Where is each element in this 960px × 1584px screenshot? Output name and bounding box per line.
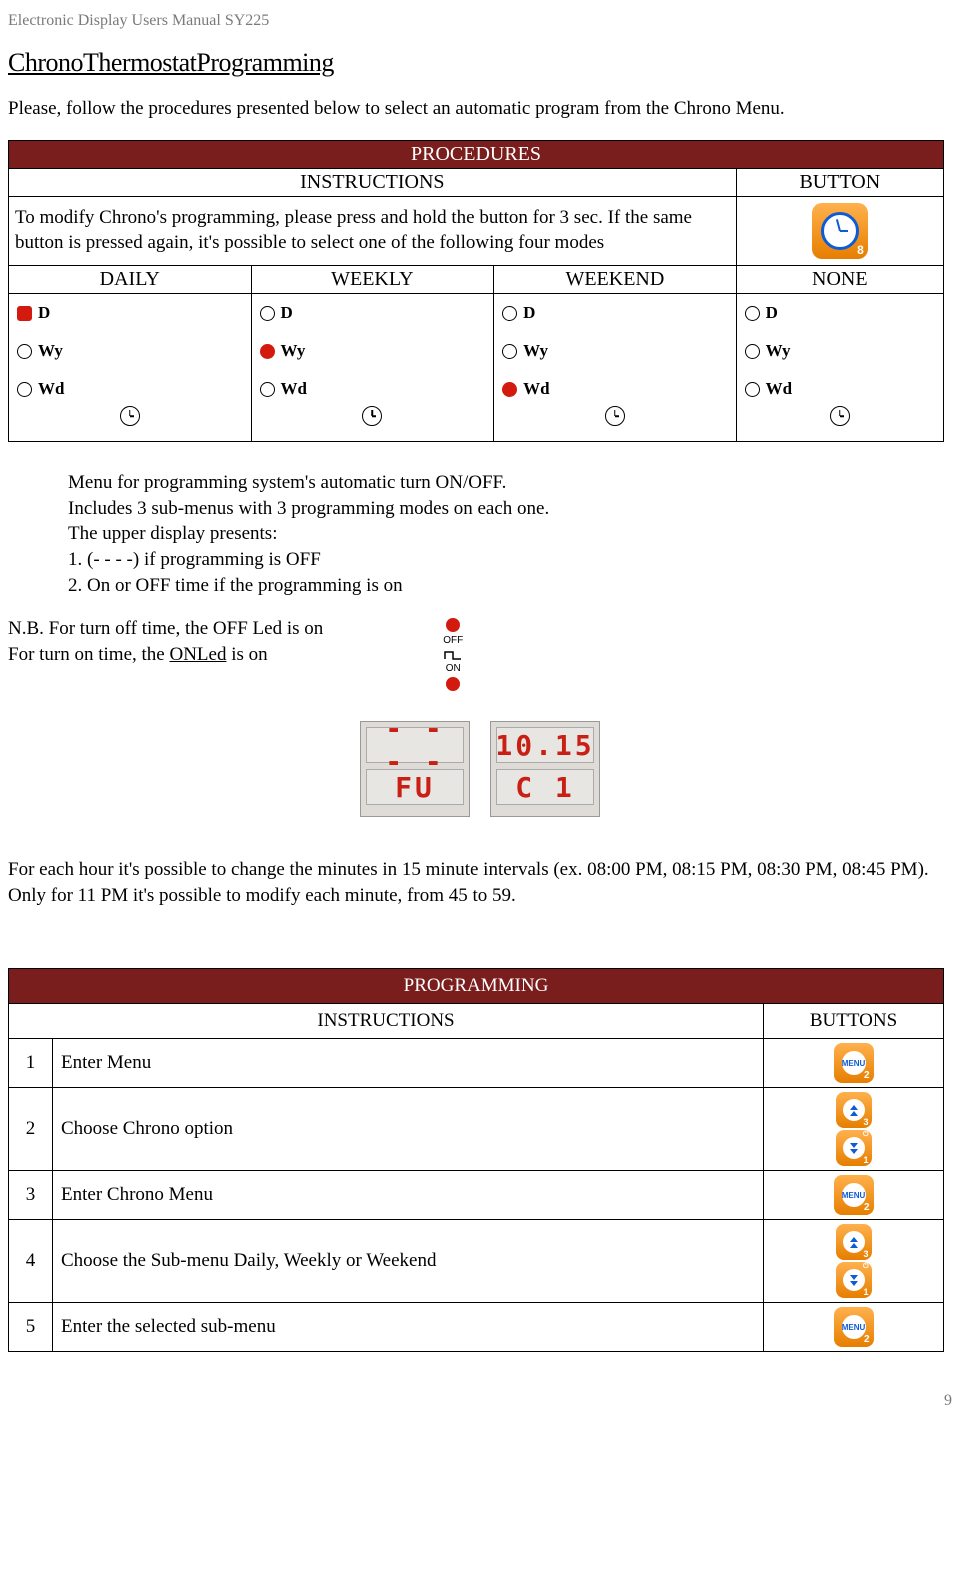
led-wy-off: [745, 344, 760, 359]
step-instruction: Enter the selected sub-menu: [53, 1303, 764, 1352]
led-d-off: [260, 306, 275, 321]
instruction-text: To modify Chrono's programming, please p…: [9, 197, 737, 266]
led-wd-off: [260, 382, 275, 397]
mode-weekly-header: WEEKLY: [251, 266, 494, 294]
page-number: 9: [8, 1392, 952, 1410]
clock-small-icon: [120, 406, 140, 426]
clock-button-8[interactable]: 8: [812, 203, 868, 259]
prog-buttons-header: BUTTONS: [764, 1004, 944, 1039]
prog-instructions-header: INSTRUCTIONS: [9, 1004, 764, 1039]
mode-daily-indicator: D Wy Wd: [9, 294, 252, 442]
menu-button[interactable]: MENU2: [834, 1307, 874, 1347]
mode-weekend-header: WEEKEND: [494, 266, 737, 294]
interval-text: For each hour it's possible to change th…: [8, 857, 952, 908]
down-button[interactable]: 1⏻: [836, 1130, 872, 1166]
off-on-indicator: OFF ON: [443, 616, 463, 693]
clock-small-icon: [830, 406, 850, 426]
up-button[interactable]: 3: [836, 1092, 872, 1128]
mode-none-header: NONE: [736, 266, 943, 294]
lcd-on-example: 10.15 C 1: [490, 721, 600, 817]
programming-header: PROGRAMMING: [9, 969, 944, 1004]
step-number: 4: [9, 1220, 53, 1303]
arrow-button-group: 31⏻: [836, 1092, 872, 1166]
step-button: MENU2: [764, 1171, 944, 1220]
menu-button[interactable]: MENU2: [834, 1175, 874, 1215]
arrow-button-group: 31⏻: [836, 1224, 872, 1298]
procedures-header: PROCEDURES: [9, 141, 944, 169]
mode-weekly-indicator: D Wy Wd: [251, 294, 494, 442]
programming-table: PROGRAMMING INSTRUCTIONS BUTTONS 1Enter …: [8, 968, 944, 1352]
mode-none-indicator: D Wy Wd: [736, 294, 943, 442]
step-number: 5: [9, 1303, 53, 1352]
clock-icon: [821, 212, 859, 250]
step-instruction: Enter Menu: [53, 1039, 764, 1088]
doc-header: Electronic Display Users Manual SY225: [8, 12, 952, 30]
step-instruction: Enter Chrono Menu: [53, 1171, 764, 1220]
step-button: MENU2: [764, 1039, 944, 1088]
instructions-col-header: INSTRUCTIONS: [9, 169, 737, 197]
mode-weekend-indicator: D Wy Wd: [494, 294, 737, 442]
step-button: 31⏻: [764, 1088, 944, 1171]
down-button[interactable]: 1⏻: [836, 1262, 872, 1298]
step-instruction: Choose Chrono option: [53, 1088, 764, 1171]
section-title: ChronoThermostatProgramming: [8, 48, 952, 78]
step-button: MENU2: [764, 1303, 944, 1352]
on-led-icon: [446, 677, 460, 691]
lcd-examples: - - - - FU 10.15 C 1: [8, 721, 952, 817]
lcd-off-example: - - - - FU: [360, 721, 470, 817]
clock-small-icon: [362, 406, 382, 426]
nb-block: N.B. For turn off time, the OFF Led is o…: [8, 616, 952, 693]
led-wd-off: [745, 382, 760, 397]
step-button: 31⏻: [764, 1220, 944, 1303]
clock-small-icon: [605, 406, 625, 426]
step-number: 3: [9, 1171, 53, 1220]
led-wd-on: [502, 382, 517, 397]
led-d-on: [17, 306, 32, 321]
button-number: 8: [857, 243, 864, 257]
led-wy-off: [17, 344, 32, 359]
led-wy-on: [260, 344, 275, 359]
mode-daily-header: DAILY: [9, 266, 252, 294]
step-number: 1: [9, 1039, 53, 1088]
led-d-off: [502, 306, 517, 321]
led-wy-off: [502, 344, 517, 359]
button-col-header: BUTTON: [736, 169, 943, 197]
off-led-icon: [446, 618, 460, 632]
step-number: 2: [9, 1088, 53, 1171]
description-block: Menu for programming system's automatic …: [68, 470, 952, 598]
menu-button[interactable]: MENU2: [834, 1043, 874, 1083]
up-button[interactable]: 3: [836, 1224, 872, 1260]
led-d-off: [745, 306, 760, 321]
square-wave-icon: [443, 649, 463, 661]
led-wd-off: [17, 382, 32, 397]
intro-text: Please, follow the procedures presented …: [8, 98, 952, 120]
step-instruction: Choose the Sub-menu Daily, Weekly or Wee…: [53, 1220, 764, 1303]
clock-button-cell: 8: [736, 197, 943, 266]
procedures-table: PROCEDURES INSTRUCTIONS BUTTON To modify…: [8, 140, 944, 442]
